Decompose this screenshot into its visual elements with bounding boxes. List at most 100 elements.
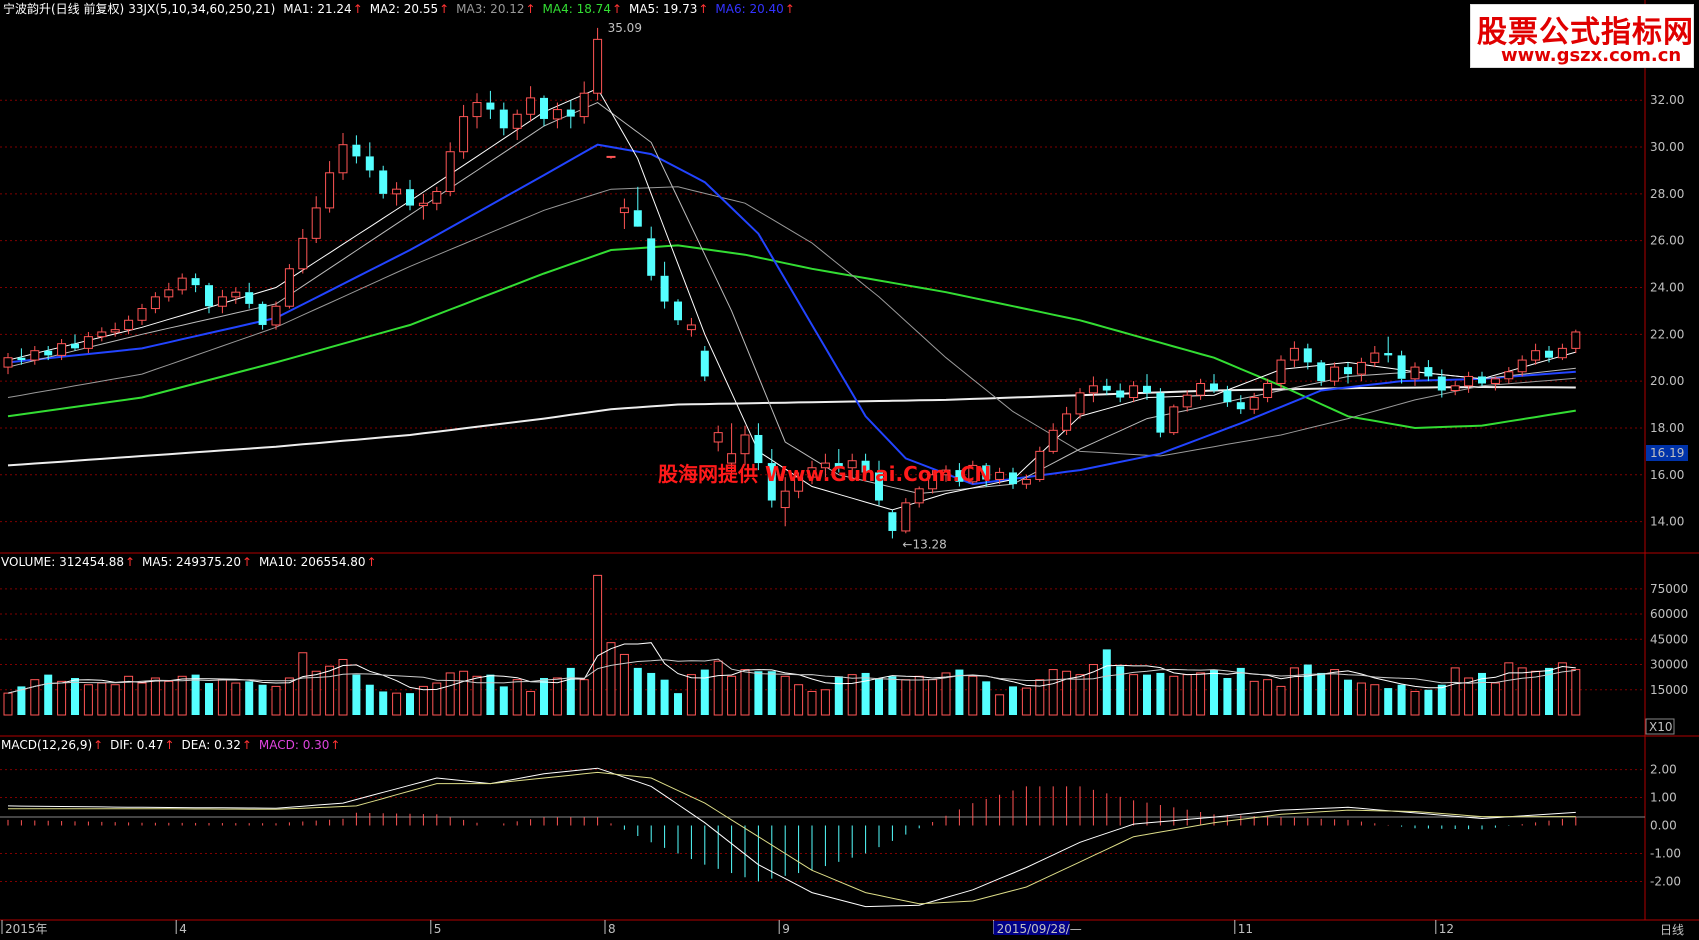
volume-tick-label: 60000 <box>1650 607 1688 621</box>
volume-bar <box>1143 674 1151 715</box>
macd-header-item: MACD(12,26,9) <box>1 738 92 752</box>
volume-bar <box>512 679 522 716</box>
x-tick-label: 5 <box>434 922 442 936</box>
candle-body <box>379 170 388 194</box>
candle-body <box>432 191 442 204</box>
volume-bar <box>1210 669 1218 715</box>
volume-bar <box>71 677 79 715</box>
volume-bar <box>1356 682 1366 716</box>
candle-body <box>258 303 267 325</box>
volume-bar <box>325 665 335 716</box>
candle-body <box>552 109 562 120</box>
macd-header-item: DEA: 0.32 <box>181 738 240 752</box>
candle-body <box>1531 350 1541 361</box>
candle-body <box>1478 376 1486 384</box>
candle-body <box>164 289 174 298</box>
volume-bar <box>552 677 562 716</box>
main-header-ma-item-arrow: ↑ <box>698 2 708 16</box>
volume-bar <box>847 674 857 716</box>
volume-bar <box>647 672 656 715</box>
volume-bar <box>1102 649 1111 715</box>
volume-tick-label: 45000 <box>1650 632 1688 646</box>
candle-body <box>1276 359 1286 384</box>
candle-body <box>901 502 911 532</box>
volume-bar <box>1437 684 1446 715</box>
candle-body <box>1330 366 1340 382</box>
volume-bar <box>1009 686 1017 715</box>
volume-bar <box>1317 672 1326 715</box>
candle-body <box>3 357 13 368</box>
volume-bar <box>150 677 160 716</box>
candle-body <box>1303 348 1312 363</box>
volume-bar <box>1490 682 1500 716</box>
volume-bar <box>1075 674 1085 716</box>
candle-body <box>83 336 93 349</box>
volume-header: VOLUME: 312454.88 ↑ MA5: 249375.20 ↑ MA10: 2… <box>1 555 377 569</box>
volume-bar <box>271 685 281 716</box>
candle-body <box>1009 472 1017 485</box>
volume-header-item: VOLUME: 312454.88 <box>1 555 124 569</box>
volume-bar <box>982 681 991 715</box>
price-tick-label: 18.00 <box>1650 421 1684 435</box>
price-annotation: 35.09 <box>608 21 642 35</box>
macd-tick-label: 0.00 <box>1650 819 1677 833</box>
candle-body <box>700 350 709 377</box>
candle-body <box>566 109 575 117</box>
volume-bar <box>767 671 776 715</box>
candle-body <box>1263 382 1273 399</box>
main-header-ma-item: MA2: 20.55 <box>370 2 438 16</box>
candle-body <box>298 237 308 270</box>
candle-body <box>1370 352 1380 363</box>
candle-body <box>1062 413 1072 431</box>
candle-body <box>1035 450 1045 480</box>
candle-body <box>17 357 26 361</box>
period-label[interactable]: 日线 <box>1660 923 1684 937</box>
volume-bar <box>1330 669 1340 716</box>
main-header-ma-item-arrow: ↑ <box>439 2 449 16</box>
volume-bar <box>914 675 924 716</box>
volume-bar <box>1557 662 1567 716</box>
volume-bar <box>834 676 843 715</box>
volume-bar <box>1384 688 1393 715</box>
candle-body <box>512 113 522 129</box>
macd-header-item: DIF: 0.47 <box>110 738 163 752</box>
volume-header-item: MA10: 206554.80 <box>259 555 366 569</box>
x-tick-label: 9 <box>782 922 790 936</box>
volume-bar <box>1276 685 1286 716</box>
candle <box>271 301 281 330</box>
volume-bar <box>418 685 428 716</box>
candle-body <box>1557 347 1567 359</box>
volume-bar <box>1062 670 1072 716</box>
volume-bar <box>807 690 817 716</box>
volume-bar <box>177 675 187 716</box>
candle-body <box>191 278 200 286</box>
price-tick-label: 20.00 <box>1650 374 1684 388</box>
candle <box>1035 446 1045 482</box>
candle-body <box>1410 366 1420 380</box>
candle-body <box>284 268 294 307</box>
candle-body <box>1504 371 1514 380</box>
candle-body <box>526 97 536 115</box>
volume-bar <box>83 684 93 716</box>
candle-body <box>540 97 548 119</box>
macd-header: MACD(12,26,9) ↑ DIF: 0.47 ↑ DEA: 0.32 ↑ MACD: … <box>1 738 340 752</box>
candle-body <box>647 238 656 276</box>
volume-unit-label: X10 <box>1649 720 1673 734</box>
candle-body <box>593 38 603 94</box>
candle-body <box>1143 385 1151 393</box>
candle-body <box>57 343 67 356</box>
candle-body <box>137 308 147 321</box>
candle-body <box>1156 392 1165 433</box>
candle-body <box>1116 390 1125 398</box>
volume-bar <box>352 674 361 715</box>
candle-body <box>392 188 402 195</box>
candle-body <box>674 301 682 321</box>
price-tick-label: 26.00 <box>1650 234 1684 248</box>
volume-bar <box>740 669 750 716</box>
volume-bar <box>1223 677 1232 715</box>
volume-bar <box>459 670 469 716</box>
volume-bar <box>875 677 883 715</box>
volume-bar <box>1116 666 1125 715</box>
x-tick-label: 4 <box>179 922 187 936</box>
candle-body <box>1075 392 1085 415</box>
